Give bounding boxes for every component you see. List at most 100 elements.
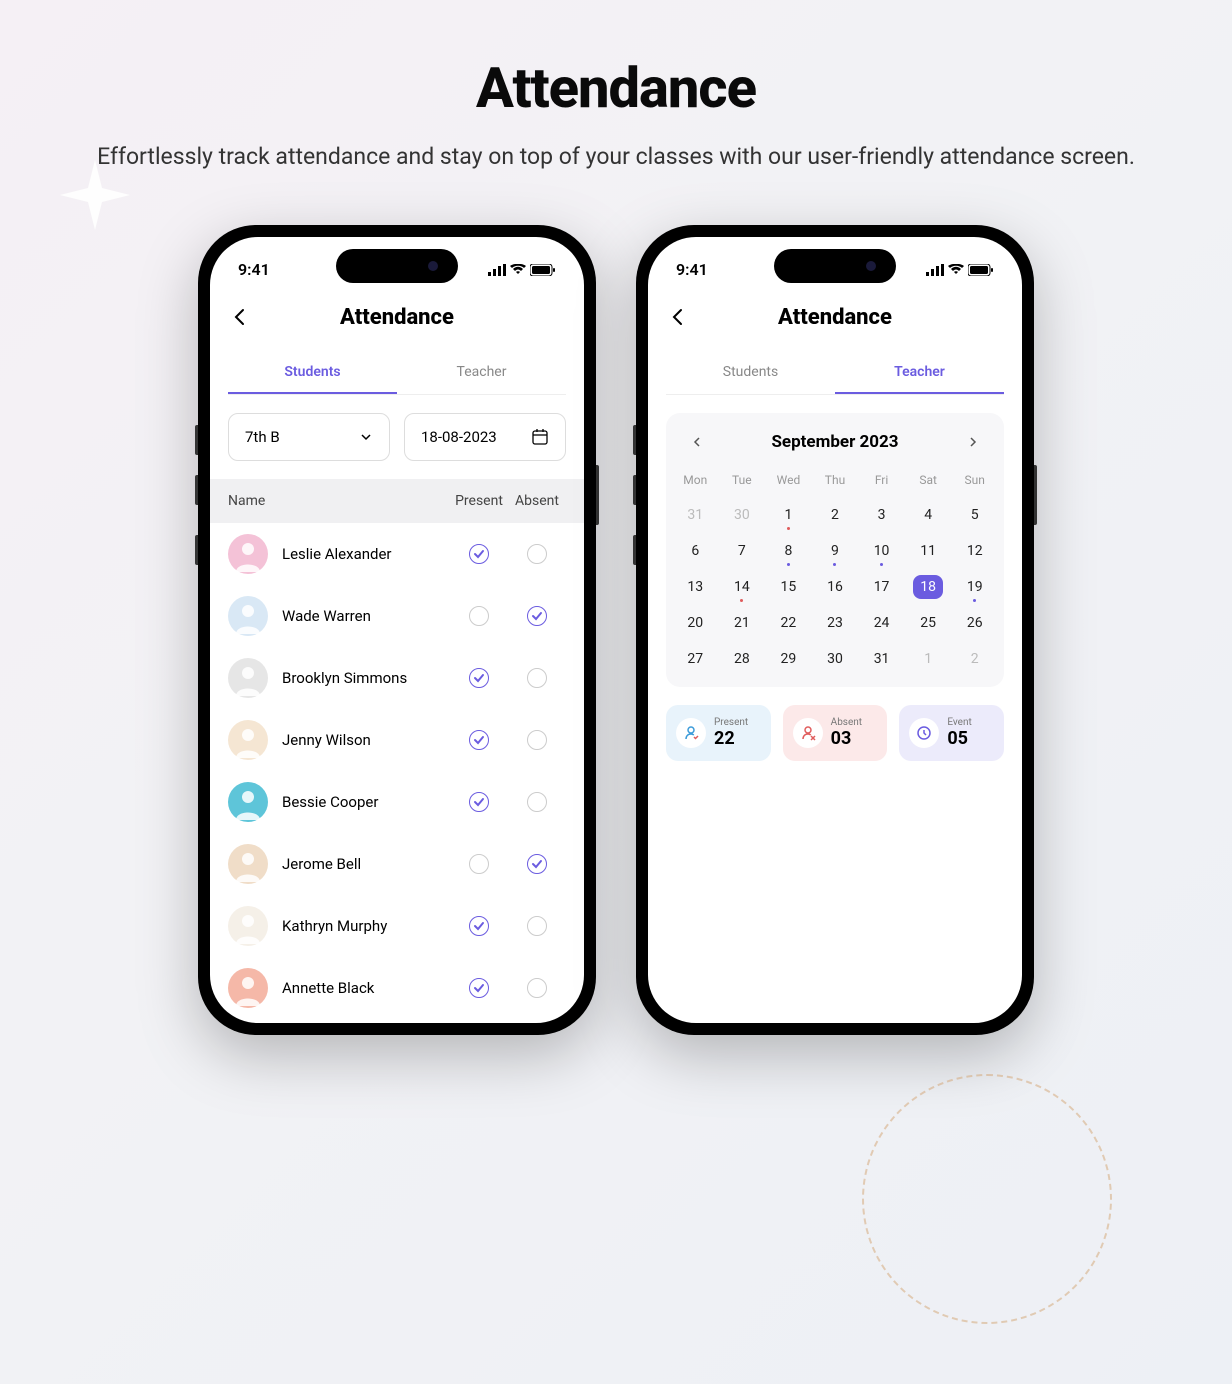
calendar-day[interactable]: 3 [858,497,905,533]
tab-students[interactable]: Students [666,352,835,394]
calendar-day[interactable]: 10 [858,533,905,569]
student-row: Jenny Wilson [210,709,584,771]
calendar-day[interactable]: 26 [951,605,998,641]
tab-teacher[interactable]: Teacher [835,352,1004,394]
calendar-day[interactable]: 2 [951,641,998,677]
present-radio[interactable] [469,978,489,998]
calendar-day[interactable]: 1 [905,641,952,677]
calendar-day[interactable]: 16 [812,569,859,605]
calendar-day[interactable]: 30 [719,497,766,533]
calendar-weekday: Mon [672,467,719,497]
calendar-weekday: Tue [719,467,766,497]
status-time: 9:41 [676,260,708,279]
student-row: Leslie Alexander [210,523,584,585]
screen-title: Attendance [340,305,454,330]
absent-icon [793,718,823,748]
calendar-day[interactable]: 24 [858,605,905,641]
present-radio[interactable] [469,606,489,626]
col-present: Present [450,493,508,509]
calendar-day[interactable]: 21 [719,605,766,641]
present-radio[interactable] [469,730,489,750]
calendar-prev-button[interactable] [686,431,708,453]
class-select-value: 7th B [245,428,280,446]
chevron-down-icon [359,430,373,444]
absent-radio[interactable] [527,978,547,998]
calendar-day[interactable]: 22 [765,605,812,641]
absent-radio[interactable] [527,606,547,626]
status-time: 9:41 [238,260,270,279]
calendar-day[interactable]: 14 [719,569,766,605]
date-picker[interactable]: 18-08-2023 [404,413,566,461]
student-name: Bessie Cooper [282,793,450,811]
student-avatar [228,906,268,946]
calendar-weekday: Sat [905,467,952,497]
absent-radio[interactable] [527,668,547,688]
calendar-icon [531,428,549,446]
present-radio[interactable] [469,792,489,812]
calendar-day[interactable]: 31 [858,641,905,677]
calendar-day[interactable]: 1 [765,497,812,533]
calendar-day[interactable]: 2 [812,497,859,533]
calendar-day[interactable]: 20 [672,605,719,641]
calendar-day[interactable]: 7 [719,533,766,569]
calendar-day[interactable]: 29 [765,641,812,677]
calendar-day[interactable]: 13 [672,569,719,605]
stat-present: Present22 [666,705,771,761]
calendar-day[interactable]: 30 [812,641,859,677]
student-row: Annette Black [210,957,584,1019]
date-picker-value: 18-08-2023 [421,428,497,446]
calendar-day[interactable]: 18 [905,569,952,605]
calendar-next-button[interactable] [962,431,984,453]
calendar-day[interactable]: 17 [858,569,905,605]
tab-teacher[interactable]: Teacher [397,352,566,394]
phone-mockup-teacher: 9:41 Attendance Students Teacher [636,225,1034,1035]
present-radio[interactable] [469,916,489,936]
present-radio[interactable] [469,854,489,874]
calendar-day[interactable]: 6 [672,533,719,569]
stat-absent: Absent03 [783,705,888,761]
absent-radio[interactable] [527,792,547,812]
calendar-day[interactable]: 5 [951,497,998,533]
device-notch [774,249,896,283]
class-select[interactable]: 7th B [228,413,390,461]
calendar-day[interactable]: 23 [812,605,859,641]
absent-radio[interactable] [527,854,547,874]
phone-mockup-students: 9:41 Attendance Students Teacher 7t [198,225,596,1035]
tab-students[interactable]: Students [228,352,397,394]
stat-absent-value: 03 [831,728,862,749]
student-row: Jerome Bell [210,833,584,895]
device-notch [336,249,458,283]
stat-event-label: Event [947,717,971,728]
calendar-day[interactable]: 8 [765,533,812,569]
col-name: Name [228,493,450,509]
student-row: Wade Warren [210,585,584,647]
student-avatar [228,596,268,636]
present-icon [676,718,706,748]
stat-event: Event05 [899,705,1004,761]
calendar-day[interactable]: 12 [951,533,998,569]
present-radio[interactable] [469,668,489,688]
calendar-day[interactable]: 15 [765,569,812,605]
calendar-weekday: Sun [951,467,998,497]
stat-absent-label: Absent [831,717,862,728]
calendar-day[interactable]: 9 [812,533,859,569]
hero-title: Attendance [0,55,1232,121]
calendar-day[interactable]: 19 [951,569,998,605]
calendar: September 2023 MonTueWedThuFriSatSun 313… [666,413,1004,687]
absent-radio[interactable] [527,544,547,564]
present-radio[interactable] [469,544,489,564]
back-button[interactable] [668,307,688,327]
student-avatar [228,844,268,884]
calendar-day[interactable]: 4 [905,497,952,533]
back-button[interactable] [230,307,250,327]
absent-radio[interactable] [527,916,547,936]
student-avatar [228,782,268,822]
calendar-day[interactable]: 11 [905,533,952,569]
calendar-day[interactable]: 28 [719,641,766,677]
calendar-day[interactable]: 25 [905,605,952,641]
student-row: Bessie Cooper [210,771,584,833]
calendar-day[interactable]: 27 [672,641,719,677]
calendar-day[interactable]: 31 [672,497,719,533]
absent-radio[interactable] [527,730,547,750]
stat-event-value: 05 [947,728,971,749]
